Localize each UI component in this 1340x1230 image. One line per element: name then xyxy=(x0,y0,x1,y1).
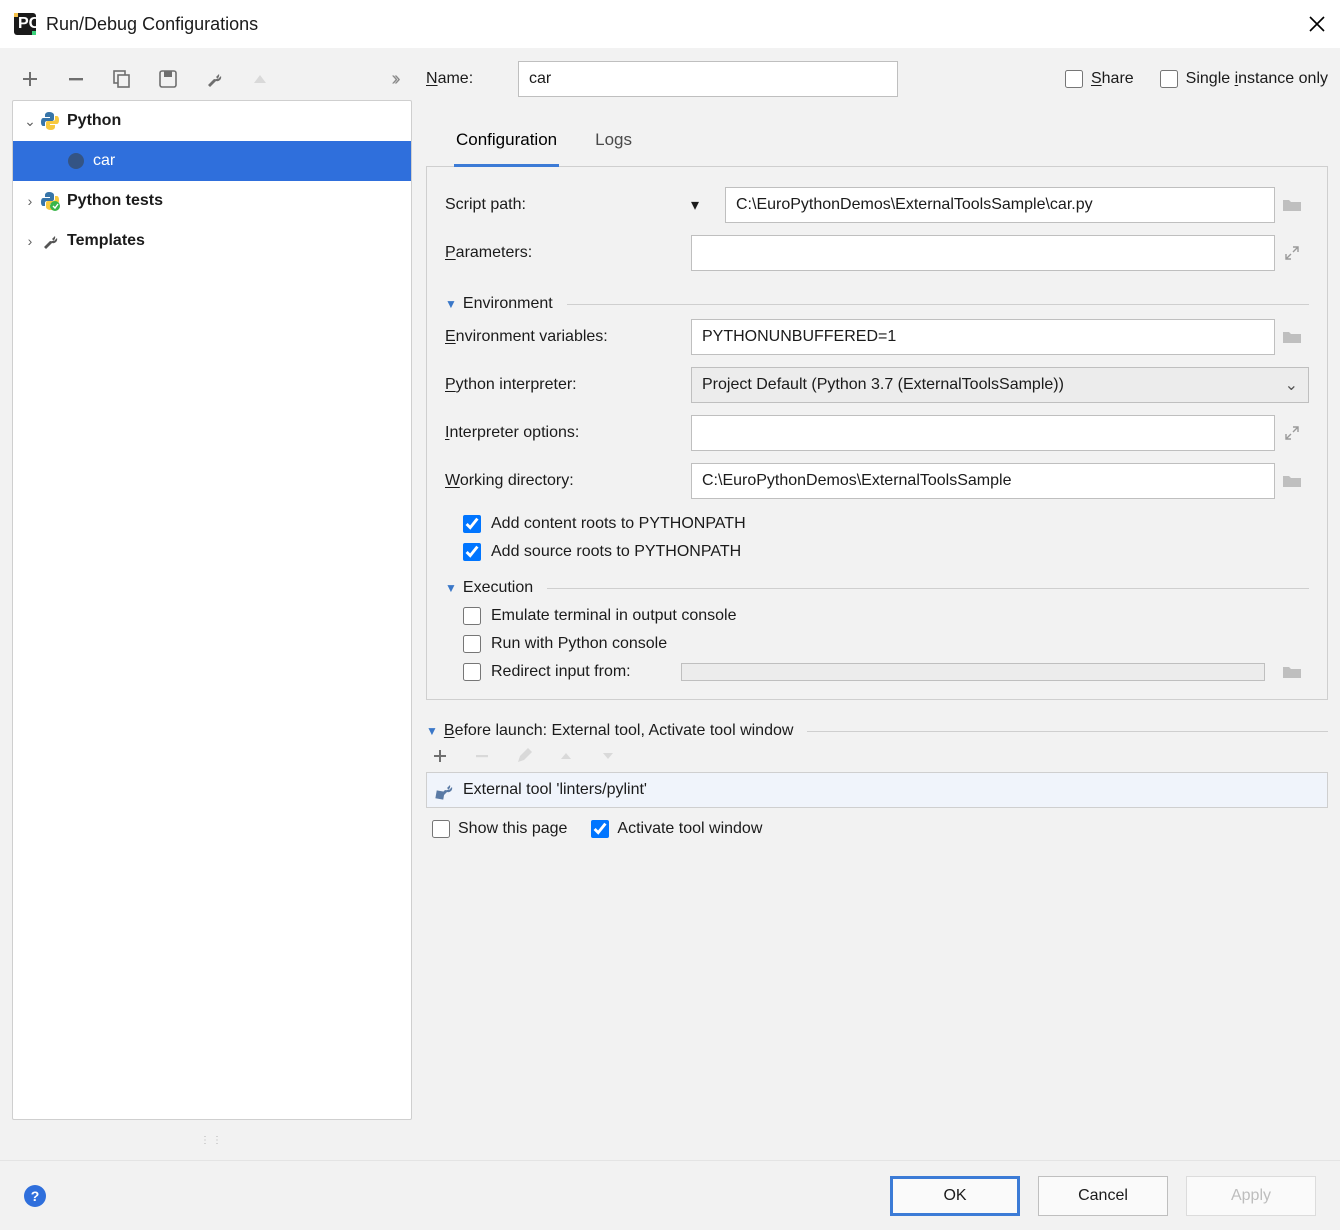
wrench-icon xyxy=(39,232,61,250)
tree-node-car[interactable]: car xyxy=(13,141,411,181)
ok-button[interactable]: OK xyxy=(890,1176,1020,1216)
python-tests-icon xyxy=(39,191,61,211)
collapse-icon: ▼ xyxy=(445,297,457,311)
edit-task-button xyxy=(514,746,534,766)
python-icon xyxy=(39,111,61,131)
folder-icon[interactable] xyxy=(1275,473,1309,489)
chevron-right-icon[interactable]: › xyxy=(21,193,39,209)
folder-icon[interactable] xyxy=(1275,664,1309,680)
help-button[interactable]: ? xyxy=(24,1185,46,1207)
add-content-roots-checkbox[interactable]: Add content roots to PYTHONPATH xyxy=(463,515,1309,533)
copy-config-button[interactable] xyxy=(110,67,134,91)
tab-logs[interactable]: Logs xyxy=(593,120,634,166)
apply-button: Apply xyxy=(1186,1176,1316,1216)
window-title: Run/Debug Configurations xyxy=(46,14,258,35)
before-launch-item[interactable]: External tool 'linters/pylint' xyxy=(427,773,1327,807)
external-tool-icon xyxy=(435,781,455,799)
interpreter-dropdown[interactable]: Project Default (Python 3.7 (ExternalToo… xyxy=(691,367,1309,403)
redirect-input-checkbox[interactable] xyxy=(463,663,481,681)
add-task-button[interactable] xyxy=(430,746,450,766)
expand-icon[interactable] xyxy=(1275,245,1309,261)
interpreter-label: Python interpreter: xyxy=(445,376,681,394)
titlebar: PC Run/Debug Configurations xyxy=(0,0,1340,48)
config-toolbar: ›› xyxy=(12,58,412,100)
before-launch-header[interactable]: ▼ Before launch: External tool, Activate… xyxy=(426,722,1328,740)
collapse-icon: ▼ xyxy=(426,724,438,738)
script-path-dropdown-icon[interactable]: ▾ xyxy=(691,195,715,215)
move-up-button xyxy=(248,67,272,91)
chevron-right-icon[interactable]: › xyxy=(21,233,39,249)
redirect-input-path xyxy=(681,663,1265,681)
python-file-icon xyxy=(65,152,87,170)
tree-node-python-tests[interactable]: › Python tests xyxy=(13,181,411,221)
tab-configuration[interactable]: Configuration xyxy=(454,120,559,167)
interpreter-opts-input[interactable] xyxy=(691,415,1275,451)
tree-node-python[interactable]: ⌄ Python xyxy=(13,101,411,141)
close-button[interactable] xyxy=(1308,15,1326,33)
emulate-terminal-checkbox[interactable]: Emulate terminal in output console xyxy=(463,607,1309,625)
expand-icon[interactable] xyxy=(1275,425,1309,441)
show-this-page-checkbox[interactable]: Show this page xyxy=(432,820,567,838)
env-vars-label: Environment variables: xyxy=(445,328,681,346)
execution-section-header[interactable]: ▼ Execution xyxy=(445,579,1309,597)
tree-node-templates[interactable]: › Templates xyxy=(13,221,411,261)
redirect-input-label: Redirect input from: xyxy=(491,663,671,681)
activate-tool-window-checkbox[interactable]: Activate tool window xyxy=(591,820,762,838)
working-dir-label: Working directory: xyxy=(445,472,681,490)
folder-icon[interactable] xyxy=(1275,197,1309,213)
before-launch-toolbar xyxy=(426,740,1328,772)
run-with-console-checkbox[interactable]: Run with Python console xyxy=(463,635,1309,653)
config-tree[interactable]: ⌄ Python car › Python tests › Templates xyxy=(12,100,412,1120)
collapse-icon: ▼ xyxy=(445,581,457,595)
name-input[interactable] xyxy=(518,61,898,97)
name-label: Name: xyxy=(426,70,500,88)
script-path-label: Script path: xyxy=(445,196,681,214)
remove-task-button xyxy=(472,746,492,766)
environment-section-header[interactable]: ▼ Environment xyxy=(445,295,1309,313)
svg-text:PC: PC xyxy=(18,15,41,32)
interpreter-opts-label: Interpreter options: xyxy=(445,424,681,442)
share-checkbox[interactable]: Share xyxy=(1065,70,1134,88)
single-instance-checkbox[interactable]: Single instance only xyxy=(1160,70,1328,88)
app-icon: PC xyxy=(14,13,36,35)
before-launch-list[interactable]: External tool 'linters/pylint' xyxy=(426,772,1328,808)
move-task-up-button xyxy=(556,746,576,766)
env-vars-input[interactable] xyxy=(691,319,1275,355)
wrench-button[interactable] xyxy=(202,67,226,91)
chevron-down-icon[interactable]: ⌄ xyxy=(21,113,39,130)
chevron-down-icon: ⌄ xyxy=(1285,375,1298,395)
folder-icon[interactable] xyxy=(1275,329,1309,345)
move-task-down-button xyxy=(598,746,618,766)
working-dir-input[interactable] xyxy=(691,463,1275,499)
parameters-label: Parameters: xyxy=(445,244,681,262)
save-config-button[interactable] xyxy=(156,67,180,91)
add-config-button[interactable] xyxy=(18,67,42,91)
add-source-roots-checkbox[interactable]: Add source roots to PYTHONPATH xyxy=(463,543,1309,561)
remove-config-button[interactable] xyxy=(64,67,88,91)
expand-button[interactable]: ›› xyxy=(382,67,406,91)
parameters-input[interactable] xyxy=(691,235,1275,271)
cancel-button[interactable]: Cancel xyxy=(1038,1176,1168,1216)
resize-grip[interactable]: ⋮⋮ xyxy=(12,1120,412,1160)
tabs: Configuration Logs xyxy=(426,120,1328,167)
script-path-input[interactable] xyxy=(725,187,1275,223)
